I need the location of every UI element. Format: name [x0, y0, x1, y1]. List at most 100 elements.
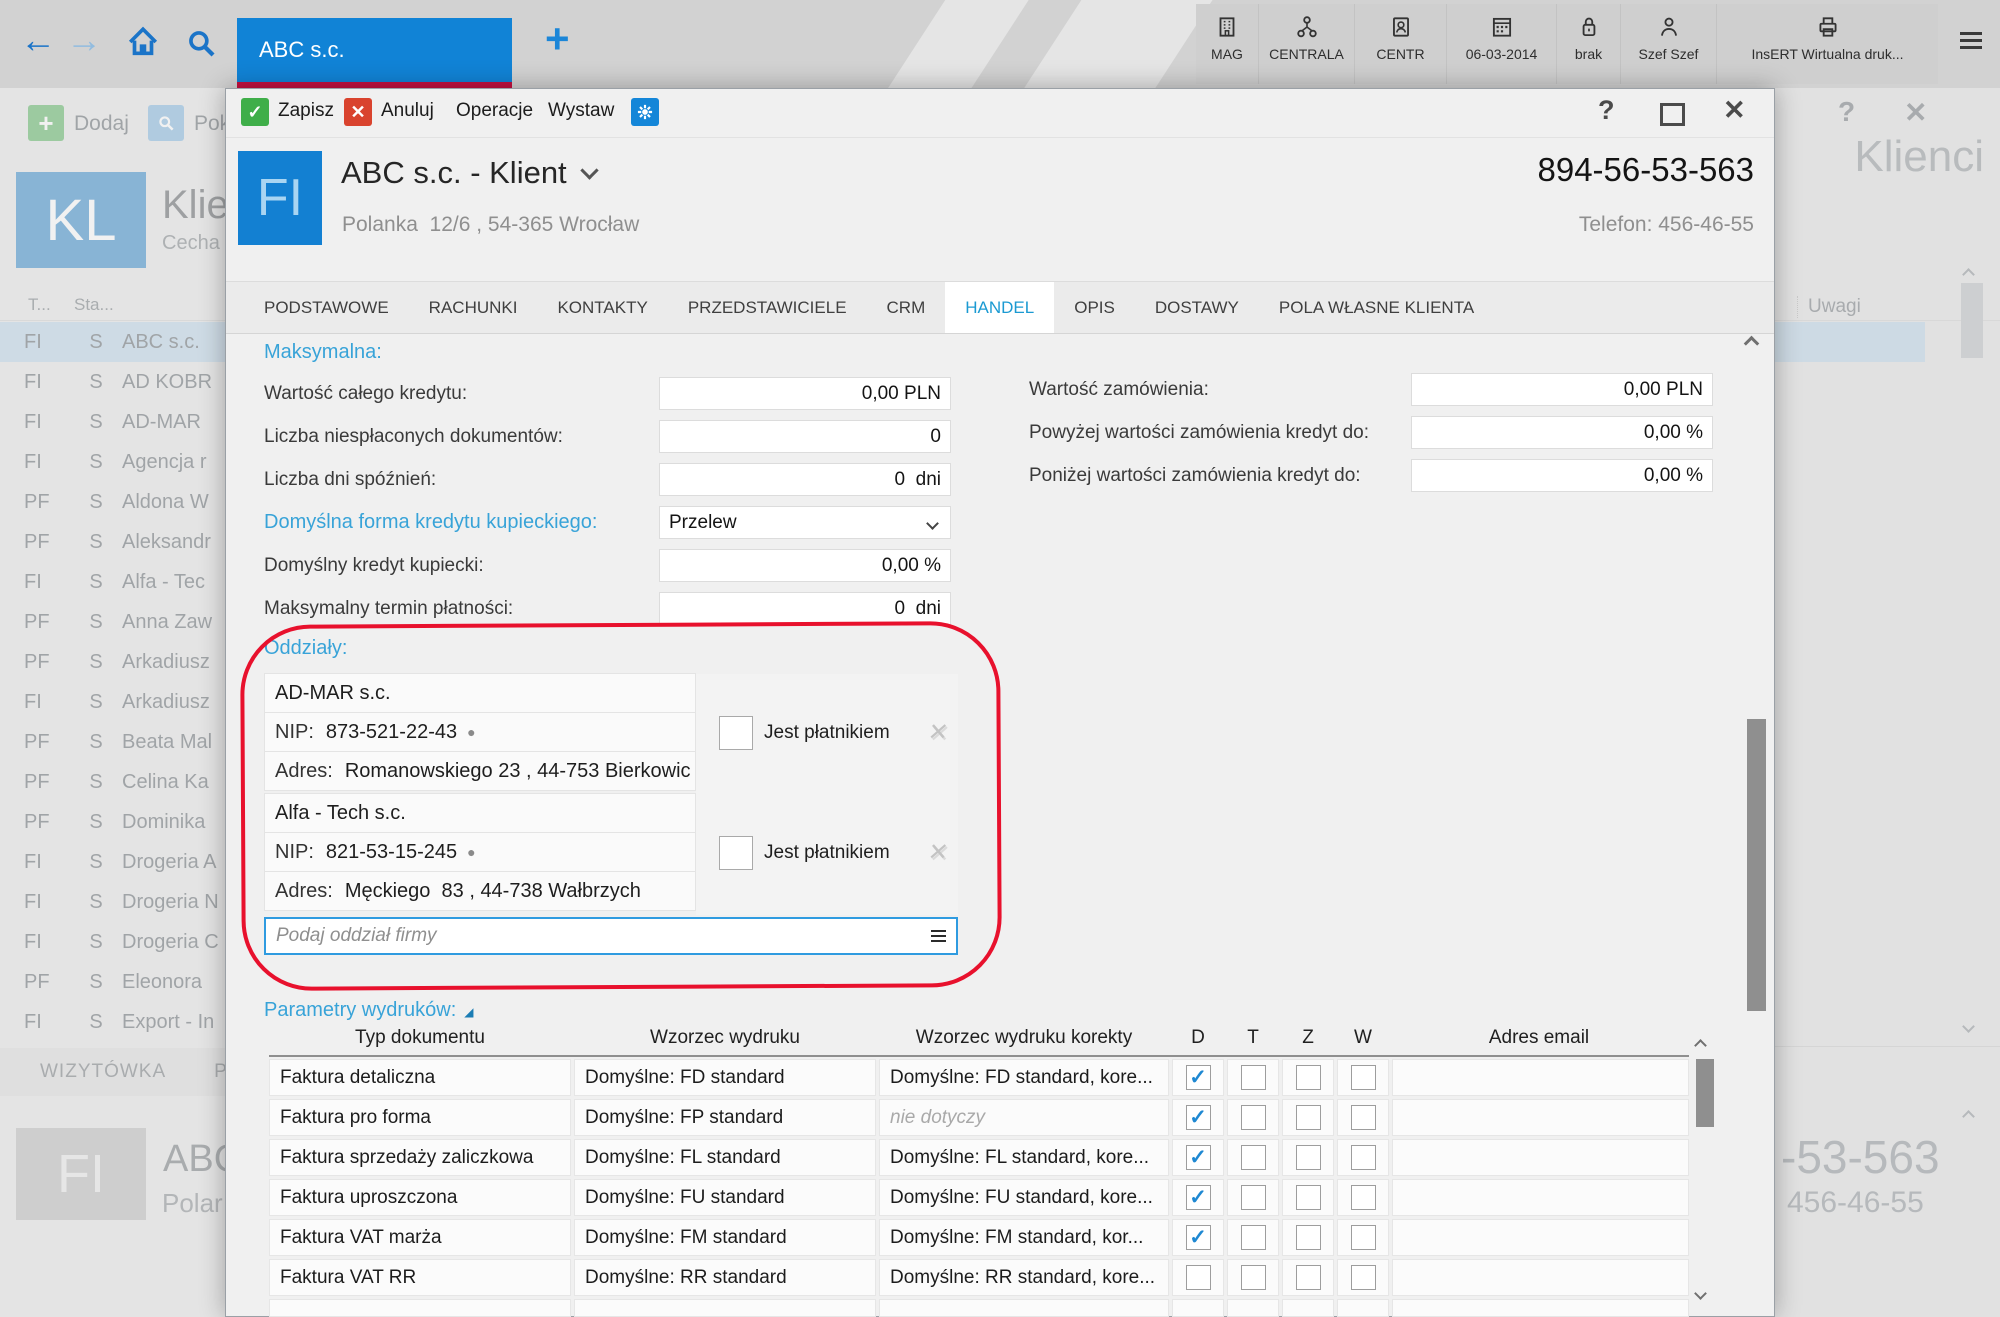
scroll-up-icon[interactable] — [1746, 336, 1757, 354]
new-tab-button[interactable]: + — [545, 18, 570, 60]
branch-nip-cell[interactable]: NIP: 821-53-15-245 ● — [264, 832, 696, 872]
checkbox-t[interactable] — [1241, 1065, 1266, 1090]
cell-correction-template[interactable]: Domyślne: RR standard, kore... — [879, 1259, 1169, 1296]
dialog-title[interactable]: ABC s.c. - Klient — [341, 155, 596, 191]
checkbox-w[interactable] — [1351, 1145, 1376, 1170]
cell-email[interactable] — [1392, 1259, 1689, 1296]
issue-menu[interactable]: Wystaw — [548, 100, 614, 122]
cell-template[interactable]: Domyślne: FP standard — [574, 1099, 876, 1136]
dialog-tab[interactable]: RACHUNKI — [409, 282, 538, 333]
list-picker-icon[interactable] — [931, 927, 946, 945]
forward-arrow-icon[interactable]: → — [66, 22, 102, 58]
branch-address-cell[interactable]: Adres: Romanowskiego 23 , 44-753 Bierkow… — [264, 751, 696, 791]
checkbox-d[interactable] — [1186, 1225, 1211, 1250]
branch-name-cell[interactable]: Alfa - Tech s.c. — [264, 793, 696, 833]
dialog-tab[interactable]: CRM — [867, 282, 946, 333]
checkbox-w[interactable] — [1351, 1265, 1376, 1290]
field-input[interactable]: 0,00 % — [659, 549, 951, 582]
cell-correction-template[interactable]: nie dotyczy — [879, 1099, 1169, 1136]
search-icon[interactable] — [184, 26, 218, 60]
operations-menu[interactable]: Operacje — [456, 100, 533, 122]
dialog-close-button[interactable]: ✕ — [1723, 95, 1746, 126]
payer-checkbox[interactable] — [719, 836, 753, 870]
dialog-tab[interactable]: POLA WŁASNE KLIENTA — [1259, 282, 1494, 333]
checkbox-z[interactable] — [1296, 1145, 1321, 1170]
field-input[interactable]: 0,00 PLN — [659, 377, 951, 410]
dialog-tab[interactable]: HANDEL — [945, 282, 1054, 333]
checkbox-d[interactable] — [1186, 1145, 1211, 1170]
dialog-tab[interactable]: DOSTAWY — [1135, 282, 1259, 333]
cell-document-type[interactable]: Faktura uproszczona — [269, 1179, 571, 1216]
status-warehouse[interactable]: MAG — [1196, 4, 1258, 84]
dialog-tab[interactable]: KONTAKTY — [537, 282, 667, 333]
document-tab[interactable]: ABC s.c. — [237, 18, 512, 82]
maximize-button[interactable] — [1660, 103, 1685, 126]
checkbox-t[interactable] — [1241, 1225, 1266, 1250]
cell-template[interactable]: Domyślne: FD standard — [574, 1059, 876, 1096]
branch-name-cell[interactable]: AD-MAR s.c. — [264, 673, 696, 713]
checkbox-d[interactable] — [1186, 1065, 1211, 1090]
cell-template[interactable]: Domyślne: RR standard — [574, 1259, 876, 1296]
cell-template[interactable]: Domyślne: FU standard — [574, 1179, 876, 1216]
checkbox-t[interactable] — [1241, 1185, 1266, 1210]
branch-input[interactable]: Podaj oddział firmy — [264, 917, 958, 955]
status-date[interactable]: 06-03-2014 — [1446, 4, 1556, 84]
field-input[interactable]: 0,00 PLN — [1411, 373, 1713, 406]
scroll-down-icon[interactable] — [1696, 1285, 1705, 1303]
cell-document-type[interactable]: Faktura VAT marża — [269, 1219, 571, 1256]
dialog-tab[interactable]: PODSTAWOWE — [244, 282, 409, 333]
checkbox-z[interactable] — [1296, 1105, 1321, 1130]
checkbox-z[interactable] — [1296, 1265, 1321, 1290]
checkbox-d[interactable] — [1186, 1185, 1211, 1210]
checkbox-t[interactable] — [1241, 1265, 1266, 1290]
checkbox-z[interactable] — [1296, 1225, 1321, 1250]
checkbox-t[interactable] — [1241, 1145, 1266, 1170]
field-input[interactable]: 0,00 % — [1411, 459, 1713, 492]
checkbox-d[interactable] — [1186, 1265, 1211, 1290]
branch-nip-cell[interactable]: NIP: 873-521-22-43 ● — [264, 712, 696, 752]
cancel-icon[interactable]: ✕ — [344, 98, 372, 126]
field-input[interactable]: 0 dni — [659, 463, 951, 496]
cell-correction-template[interactable]: Domyślne: FM standard, kor... — [879, 1219, 1169, 1256]
cell-template[interactable]: Domyślne: FL standard — [574, 1139, 876, 1176]
cell-document-type[interactable]: Faktura detaliczna — [269, 1059, 571, 1096]
checkbox-d[interactable] — [1186, 1105, 1211, 1130]
field-input[interactable]: 0 — [659, 420, 951, 453]
save-button[interactable]: Zapisz — [278, 100, 334, 122]
status-printer[interactable]: InsERT Wirtualna druk... — [1716, 4, 1938, 84]
dialog-help-button[interactable]: ? — [1598, 95, 1615, 126]
scroll-up-icon[interactable] — [1696, 1037, 1705, 1055]
checkbox-w[interactable] — [1351, 1065, 1376, 1090]
status-lock[interactable]: brak — [1556, 4, 1620, 84]
save-icon[interactable]: ✓ — [241, 98, 269, 126]
cell-document-type[interactable]: Faktura pro forma — [269, 1099, 571, 1136]
scrollbar-thumb[interactable] — [1696, 1059, 1714, 1127]
status-branch[interactable]: CENTRALA — [1258, 4, 1354, 84]
cell-document-type[interactable]: Faktura VAT RR — [269, 1259, 571, 1296]
field-input[interactable]: 0 dni — [659, 592, 951, 625]
detach-icon[interactable]: ✕ — [926, 838, 950, 867]
cell-correction-template[interactable]: Domyślne: FD standard, kore... — [879, 1059, 1169, 1096]
cell-email[interactable] — [1392, 1139, 1689, 1176]
checkbox-w[interactable] — [1351, 1225, 1376, 1250]
cell-correction-template[interactable]: Domyślne: FU standard, kore... — [879, 1179, 1169, 1216]
checkbox-t[interactable] — [1241, 1105, 1266, 1130]
gear-icon[interactable] — [631, 98, 659, 126]
status-user-card[interactable]: CENTR — [1354, 4, 1446, 84]
home-icon[interactable] — [126, 24, 160, 60]
branch-address-cell[interactable]: Adres: Męckiego 83 , 44-738 Wałbrzych — [264, 871, 696, 911]
dialog-tab[interactable]: PRZEDSTAWICIELE — [668, 282, 867, 333]
cell-email[interactable] — [1392, 1219, 1689, 1256]
collapse-triangle-icon[interactable]: ◢ — [464, 1005, 473, 1019]
cell-email[interactable] — [1392, 1059, 1689, 1096]
menu-icon[interactable] — [1960, 32, 1982, 53]
field-input[interactable]: 0,00 % — [1411, 416, 1713, 449]
cell-document-type[interactable]: Faktura sprzedaży zaliczkowa — [269, 1139, 571, 1176]
checkbox-z[interactable] — [1296, 1185, 1321, 1210]
back-arrow-icon[interactable]: ← — [20, 22, 56, 58]
checkbox-z[interactable] — [1296, 1065, 1321, 1090]
checkbox-w[interactable] — [1351, 1105, 1376, 1130]
detach-icon[interactable]: ✕ — [926, 718, 950, 747]
cell-template[interactable]: Domyślne: FM standard — [574, 1219, 876, 1256]
field-input[interactable]: Przelew — [659, 506, 951, 539]
